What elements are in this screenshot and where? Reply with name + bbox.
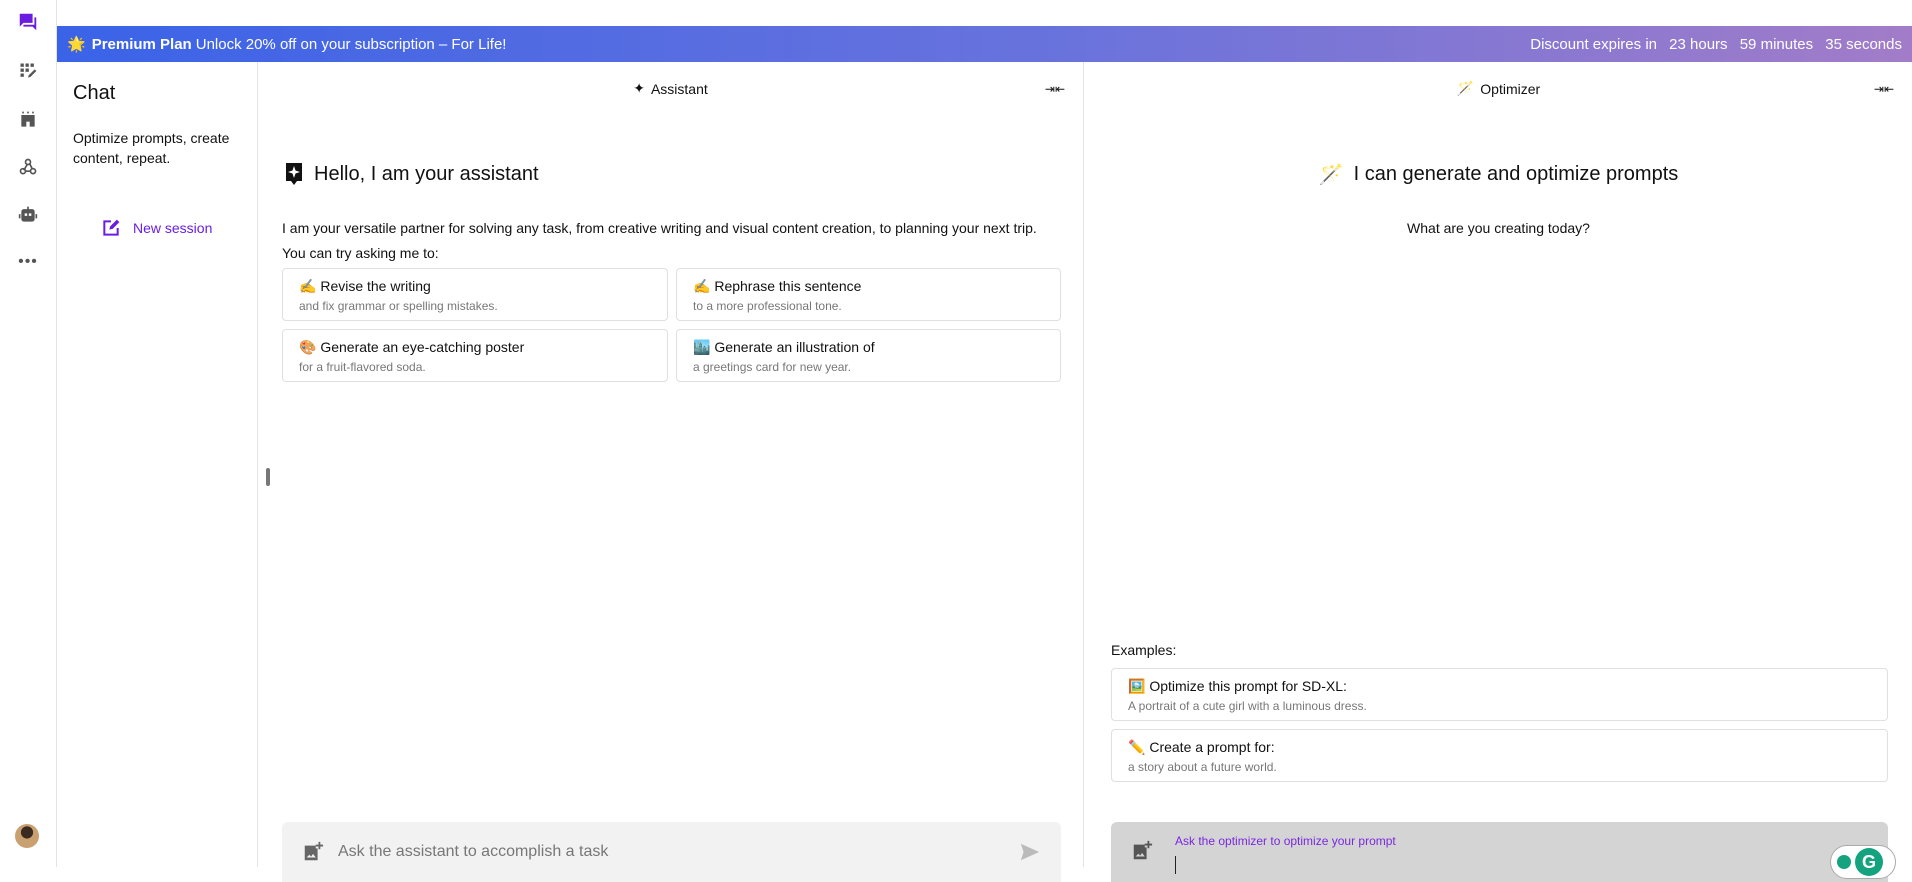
expires-label: Discount expires in — [1530, 35, 1657, 53]
assistant-input-placeholder[interactable]: Ask the assistant to accomplish a task — [338, 843, 1019, 861]
card-title: Rephrase this sentence — [714, 278, 862, 294]
assistant-intro: I am your versatile partner for solving … — [282, 216, 1037, 266]
card-subtitle: A portrait of a cute girl with a luminou… — [1128, 699, 1367, 713]
robot-icon[interactable] — [16, 203, 40, 227]
add-image-icon[interactable] — [1131, 840, 1153, 862]
sidebar-title: Chat — [73, 82, 116, 104]
minutes: 59 minutes — [1739, 35, 1814, 53]
countdown: Discount expires in 23 hours 59 minutes … — [1522, 36, 1902, 53]
card-title: Create a prompt for: — [1149, 739, 1275, 755]
edit-icon — [103, 219, 120, 236]
suggestion-card[interactable]: 🏙️ Generate an illustration of a greeting… — [676, 329, 1061, 382]
assistant-header: ✦ Assistant — [258, 80, 1083, 97]
optimizer-panel: 🪄 Optimizer ⇥⇤ 🪄 I can generate and optim… — [1085, 62, 1912, 882]
assistant-icon: ✦ — [633, 80, 645, 96]
assistant-panel: ✦ Assistant ⇥⇤ Hello, I am your assistant… — [258, 62, 1084, 882]
offer-text: Unlock 20% off on your subscription – Fo… — [195, 35, 507, 53]
card-subtitle: a story about a future world. — [1128, 760, 1277, 774]
collapse-icon[interactable]: ⇥⇤ — [1874, 82, 1894, 96]
card-title: Generate an eye-catching poster — [320, 339, 525, 355]
grammarly-widget[interactable]: G — [1830, 845, 1896, 879]
pencil-icon: ✏️ — [1128, 739, 1146, 755]
writing-icon: ✍️ — [693, 278, 711, 294]
examples-label: Examples: — [1111, 642, 1177, 658]
card-subtitle: a greetings card for new year. — [693, 360, 852, 374]
assistant-header-label: Assistant — [650, 80, 708, 97]
assistant-icon — [286, 163, 302, 185]
magic-wand-icon: 🪄 — [1456, 80, 1475, 96]
assistant-input[interactable]: Ask the assistant to accomplish a task — [282, 822, 1061, 882]
magic-wand-icon: 🪄 — [1318, 164, 1344, 186]
intro-text: I am your versatile partner for solving … — [282, 220, 1037, 236]
assistant-heading: Hello, I am your assistant — [284, 162, 539, 186]
suggestion-card[interactable]: ✍️ Revise the writing and fix grammar or … — [282, 268, 668, 321]
add-image-icon[interactable] — [302, 841, 324, 863]
optimizer-input[interactable]: Ask the optimizer to optimize your promp… — [1111, 822, 1888, 882]
grammarly-icon: G — [1855, 848, 1883, 876]
writing-icon: ✍️ — [299, 278, 317, 294]
nav-rail: ••• — [0, 0, 57, 867]
framed-picture-icon: 🖼️ — [1128, 678, 1146, 694]
example-card[interactable]: 🖼️ Optimize this prompt for SD-XL: A port… — [1111, 668, 1888, 721]
try-text: You can try asking me to: — [282, 245, 439, 261]
new-session-button[interactable]: New session — [101, 218, 212, 238]
suggestion-card[interactable]: 🎨 Generate an eye-catching poster for a f… — [282, 329, 668, 382]
star-icon: 🌟 — [67, 36, 86, 53]
more-icon[interactable]: ••• — [16, 250, 40, 274]
apps-edit-icon[interactable] — [16, 59, 40, 83]
webhook-icon[interactable] — [16, 155, 40, 179]
optimizer-heading: 🪄 I can generate and optimize prompts — [1085, 162, 1912, 187]
send-icon[interactable] — [1019, 841, 1041, 863]
optimizer-input-placeholder[interactable]: Ask the optimizer to optimize your promp… — [1175, 834, 1396, 848]
optimizer-heading-text: I can generate and optimize prompts — [1353, 163, 1679, 185]
cityscape-icon: 🏙️ — [693, 339, 711, 355]
avatar[interactable] — [15, 824, 39, 848]
card-subtitle: to a more professional tone. — [693, 299, 842, 313]
card-title: Generate an illustration of — [714, 339, 875, 355]
optimizer-header: 🪄 Optimizer — [1085, 80, 1912, 97]
optimizer-subheading: What are you creating today? — [1407, 220, 1590, 236]
card-subtitle: and fix grammar or spelling mistakes. — [299, 299, 498, 313]
hours: 23 hours — [1669, 35, 1728, 53]
card-title: Optimize this prompt for SD-XL: — [1149, 678, 1347, 694]
example-card[interactable]: ✏️ Create a prompt for: a story about a f… — [1111, 729, 1888, 782]
assistant-heading-text: Hello, I am your assistant — [314, 162, 539, 185]
text-caret — [1175, 856, 1176, 874]
card-subtitle: for a fruit-flavored soda. — [299, 360, 426, 374]
store-icon[interactable] — [16, 108, 40, 132]
seconds: 35 seconds — [1825, 35, 1902, 53]
chat-icon[interactable] — [16, 10, 40, 34]
plan-name: Premium Plan — [91, 35, 192, 53]
card-title: Revise the writing — [320, 278, 431, 294]
optimizer-header-label: Optimizer — [1480, 80, 1541, 97]
collapse-icon[interactable]: ⇥⇤ — [1045, 82, 1065, 96]
premium-banner[interactable]: 🌟 Premium Plan Unlock 20% off on your su… — [57, 26, 1912, 62]
chat-sidebar: Chat Optimize prompts, create content, r… — [57, 62, 258, 867]
new-session-label: New session — [133, 220, 213, 236]
palette-icon: 🎨 — [299, 339, 317, 355]
suggestion-card[interactable]: ✍️ Rephrase this sentence to a more profe… — [676, 268, 1061, 321]
sidebar-description: Optimize prompts, create content, repeat… — [73, 130, 230, 166]
